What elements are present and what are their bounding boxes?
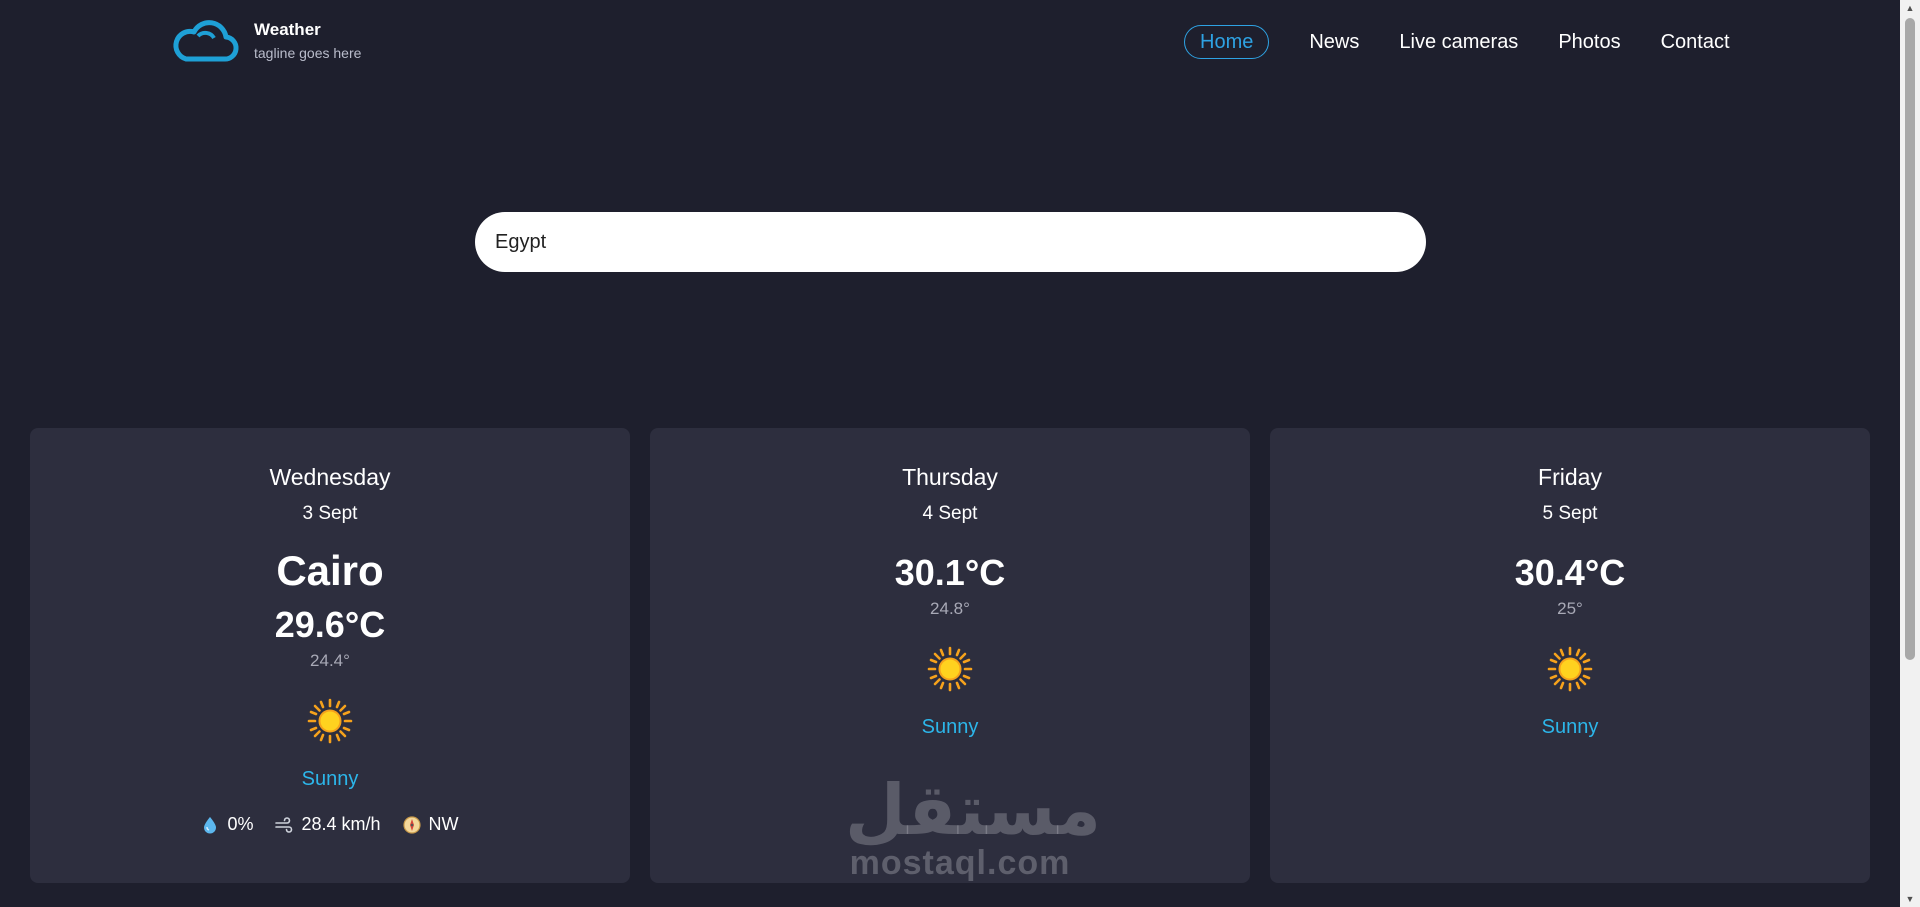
rain-value: 0% [227,814,254,834]
sun-icon [307,698,353,744]
forecast-card: Friday 5 Sept 30.4°C 25° Sunny [1270,428,1870,883]
forecast-cards: Wednesday 3 Sept Cairo 29.6°C 24.4° Sunn… [30,428,1870,883]
day-name: Thursday [902,464,998,490]
site-header: Weather tagline goes here Home News Live… [0,0,1900,90]
condition-label: Sunny [921,716,979,738]
max-temperature: 30.1°C [894,552,1006,593]
condition-label: Sunny [301,768,359,790]
max-temperature: 29.6°C [274,604,386,645]
brand[interactable]: Weather tagline goes here [170,18,361,64]
weather-stats: 0% 28.4 km/h NW [30,814,630,835]
date-label: 5 Sept [1542,503,1598,524]
nav-contact-link[interactable]: Contact [1661,26,1730,58]
min-temperature: 24.8° [930,599,970,618]
forecast-card: Thursday 4 Sept 30.1°C 24.8° Sunny [650,428,1250,883]
condition-label: Sunny [1541,716,1599,738]
date-label: 3 Sept [302,503,358,524]
wind-value: 28.4 km/h [301,814,381,834]
nav-photos-link[interactable]: Photos [1558,26,1620,58]
wind-icon [275,816,293,833]
brand-title: Weather [254,20,321,39]
direction-stat: NW [402,814,459,835]
scroll-up-arrow-icon[interactable]: ▲ [1900,0,1920,16]
search-bar [475,212,1426,272]
day-name: Friday [1538,464,1602,490]
max-temperature: 30.4°C [1514,552,1626,593]
day-name: Wednesday [269,464,391,490]
nav-live-cameras-link[interactable]: Live cameras [1399,26,1518,58]
scrollbar-thumb[interactable] [1905,18,1915,660]
nav-home-link[interactable]: Home [1184,25,1270,59]
sun-icon [1547,646,1593,692]
wind-stat: 28.4 km/h [275,814,381,835]
min-temperature: 25° [1557,599,1583,618]
rain-stat: 0% [201,814,253,835]
city-name: Cairo [276,547,384,594]
brand-tagline: tagline goes here [254,45,362,61]
search-input[interactable] [475,212,1426,272]
nav-news-link[interactable]: News [1309,26,1359,58]
main-nav: Home News Live cameras Photos Contact [1184,25,1730,59]
date-label: 4 Sept [922,503,978,524]
vertical-scrollbar[interactable]: ▲ ▼ [1900,0,1920,907]
cloud-logo-icon [173,20,239,62]
sun-icon [927,646,973,692]
raindrop-icon [204,816,217,833]
min-temperature: 24.4° [310,651,350,670]
compass-icon [402,815,421,834]
today-card: Wednesday 3 Sept Cairo 29.6°C 24.4° Sunn… [30,428,630,883]
direction-value: NW [428,814,459,834]
scroll-down-arrow-icon[interactable]: ▼ [1900,891,1920,907]
